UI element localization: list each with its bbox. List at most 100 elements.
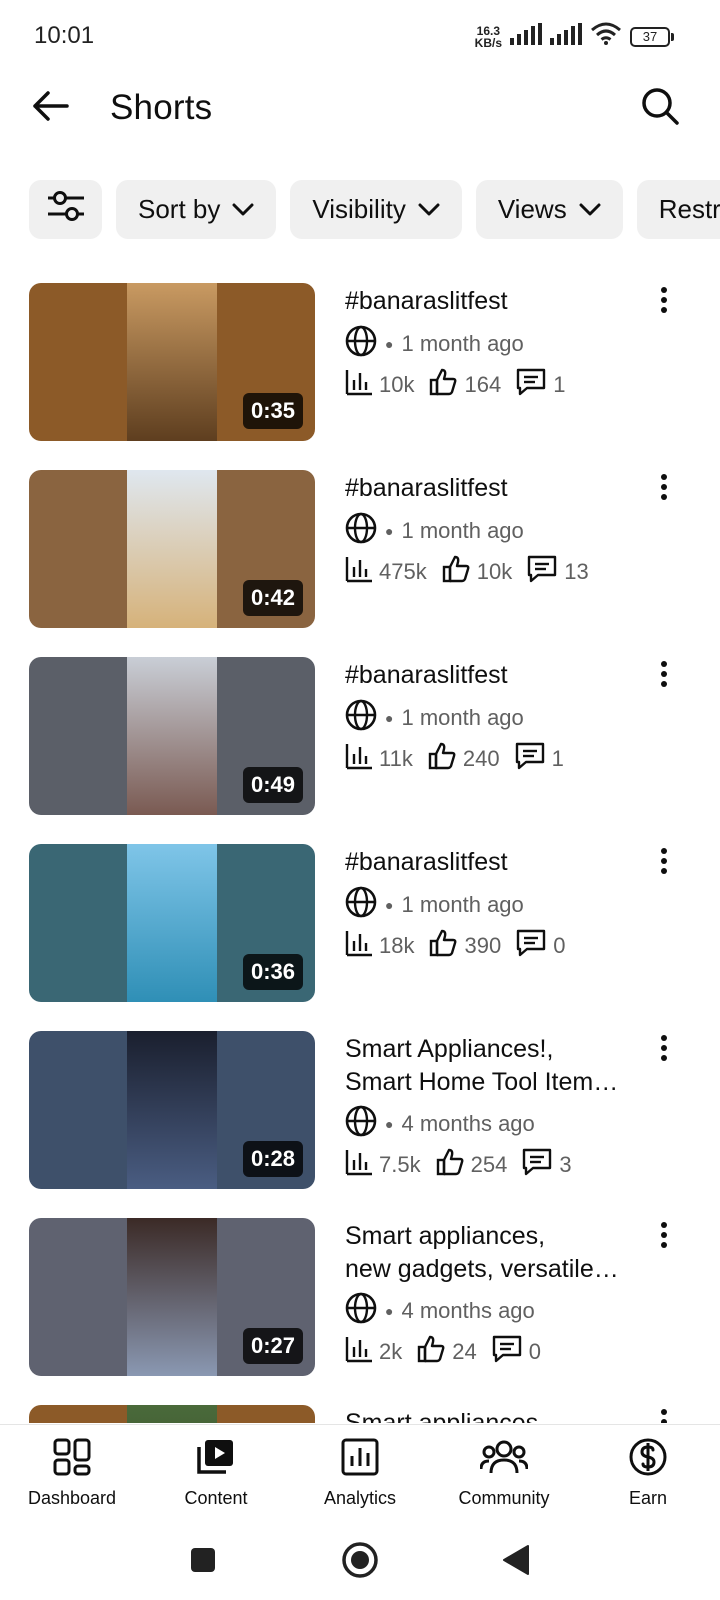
likes-count: 254 <box>470 1152 508 1177</box>
views-count: 475k <box>379 559 427 584</box>
publish-date: 1 month ago <box>401 518 524 543</box>
square-icon <box>189 1546 217 1579</box>
views-stat: 7.5k <box>345 1148 421 1182</box>
publish-date: 1 month ago <box>401 892 524 917</box>
globe-icon <box>345 699 377 737</box>
system-back-button[interactable] <box>496 1542 536 1582</box>
views-stat: 18k <box>345 929 414 963</box>
video-stats: 11k 240 1 <box>345 741 578 777</box>
video-row[interactable]: 0:27 Smart appliances, new gadgets, versa… <box>0 1218 720 1378</box>
nav-content[interactable]: Content <box>146 1437 286 1509</box>
comments-stat: 13 <box>526 554 589 590</box>
separator-dot: ● <box>385 710 394 726</box>
views-stat: 2k <box>345 1335 402 1369</box>
comments-count: 0 <box>553 933 566 958</box>
video-row[interactable]: 0:28 Smart Appliances!, Smart Home Tool I… <box>0 1031 720 1191</box>
views-count: 2k <box>379 1339 403 1364</box>
content-icon <box>196 1437 236 1482</box>
comment-icon <box>526 554 558 590</box>
video-thumbnail[interactable] <box>29 1405 315 1423</box>
battery-level: 37 <box>642 29 658 44</box>
views-icon <box>345 742 373 776</box>
more-vert-icon <box>660 1221 668 1254</box>
video-title[interactable]: Smart appliances <box>345 1407 635 1423</box>
video-row[interactable]: 0:36 #banaraslitfest ● 1 month ago 18k 3… <box>0 844 720 1004</box>
chip-sort-by[interactable]: Sort by <box>116 180 277 239</box>
chip-restrictions[interactable]: Restr <box>636 180 720 239</box>
video-row[interactable]: Smart appliances <box>0 1405 720 1423</box>
comment-icon <box>521 1147 553 1183</box>
video-stats: 475k 10k 13 <box>345 554 603 590</box>
video-title-line: Smart Appliances!, <box>345 1035 554 1063</box>
duration-badge: 0:28 <box>242 1141 303 1177</box>
status-bar: 10:01 16.3 KB/s 37 <box>0 0 720 70</box>
video-thumbnail[interactable]: 0:42 <box>29 470 315 628</box>
video-title[interactable]: Smart Appliances!, Smart Home Tool Item… <box>345 1033 635 1099</box>
video-thumbnail[interactable]: 0:49 <box>29 657 315 815</box>
chip-visibility[interactable]: Visibility <box>290 180 462 239</box>
chevron-down-icon <box>579 203 601 217</box>
video-title[interactable]: Smart appliances, new gadgets, versatile… <box>345 1220 635 1286</box>
nav-label: Analytics <box>323 1488 397 1508</box>
home-button[interactable] <box>340 1541 380 1582</box>
likes-stat: 24 <box>416 1334 477 1370</box>
signal-icon-2 <box>550 23 582 50</box>
more-vert-icon <box>660 847 668 880</box>
shorts-list[interactable]: 0:35 #banaraslitfest ● 1 month ago 10k 1… <box>0 283 720 1423</box>
video-title[interactable]: #banaraslitfest <box>345 846 635 879</box>
video-thumbnail[interactable]: 0:28 <box>29 1031 315 1189</box>
video-title[interactable]: #banaraslitfest <box>345 285 635 318</box>
video-row[interactable]: 0:49 #banaraslitfest ● 1 month ago 11k 2… <box>0 657 720 817</box>
network-speed: 16.3 KB/s <box>475 25 502 49</box>
video-title-line: #banaraslitfest <box>345 287 508 315</box>
video-title-line: Smart appliances <box>345 1409 539 1423</box>
video-row[interactable]: 0:42 #banaraslitfest ● 1 month ago 475k … <box>0 470 720 630</box>
recents-button[interactable] <box>183 1542 223 1582</box>
signal-icon <box>510 23 542 50</box>
nav-analytics[interactable]: Analytics <box>290 1437 430 1509</box>
video-title[interactable]: #banaraslitfest <box>345 472 635 505</box>
video-thumbnail[interactable]: 0:36 <box>29 844 315 1002</box>
more-options-button[interactable] <box>652 286 676 317</box>
thumbnail-image <box>127 1031 217 1189</box>
filter-chips: Sort by Visibility Views Restr <box>29 180 720 239</box>
video-title[interactable]: #banaraslitfest <box>345 659 635 692</box>
status-icons: 16.3 KB/s 37 <box>475 22 674 51</box>
views-count: 11k <box>379 746 413 771</box>
back-button[interactable] <box>26 84 74 132</box>
video-row[interactable]: 0:35 #banaraslitfest ● 1 month ago 10k 1… <box>0 283 720 443</box>
nav-dashboard[interactable]: Dashboard <box>2 1437 142 1509</box>
likes-stat: 254 <box>435 1147 508 1183</box>
separator-dot: ● <box>385 1116 394 1132</box>
nav-community[interactable]: Community <box>434 1437 574 1509</box>
publish-date: 1 month ago <box>401 331 524 356</box>
views-stat: 11k <box>345 742 413 776</box>
video-thumbnail[interactable]: 0:27 <box>29 1218 315 1376</box>
video-title-line: #banaraslitfest <box>345 474 508 502</box>
chip-views[interactable]: Views <box>475 180 623 239</box>
more-vert-icon <box>660 660 668 693</box>
sliders-icon <box>46 189 86 230</box>
more-options-button[interactable] <box>652 847 676 880</box>
nav-earn[interactable]: Earn <box>578 1437 718 1509</box>
video-thumbnail[interactable]: 0:35 <box>29 283 315 441</box>
video-title-line: new gadgets, versatile… <box>345 1255 619 1283</box>
more-options-button[interactable] <box>652 1408 676 1423</box>
more-options-button[interactable] <box>652 1034 676 1065</box>
more-options-button[interactable] <box>652 1221 676 1254</box>
globe-icon <box>345 1105 377 1143</box>
filter-button[interactable] <box>29 180 102 239</box>
likes-count: 164 <box>464 372 502 397</box>
video-meta: ● 1 month ago <box>345 512 524 550</box>
publish-date: 4 months ago <box>401 1111 535 1136</box>
video-title-line: #banaraslitfest <box>345 661 508 689</box>
more-options-button[interactable] <box>652 473 676 504</box>
comments-count: 3 <box>559 1152 572 1177</box>
duration-badge: 0:49 <box>242 767 303 803</box>
more-options-button[interactable] <box>652 660 676 693</box>
globe-icon <box>345 512 377 550</box>
thumbnail-image <box>127 657 217 815</box>
likes-count: 24 <box>452 1339 477 1364</box>
search-button[interactable] <box>634 82 686 134</box>
likes-count: 240 <box>462 746 500 771</box>
